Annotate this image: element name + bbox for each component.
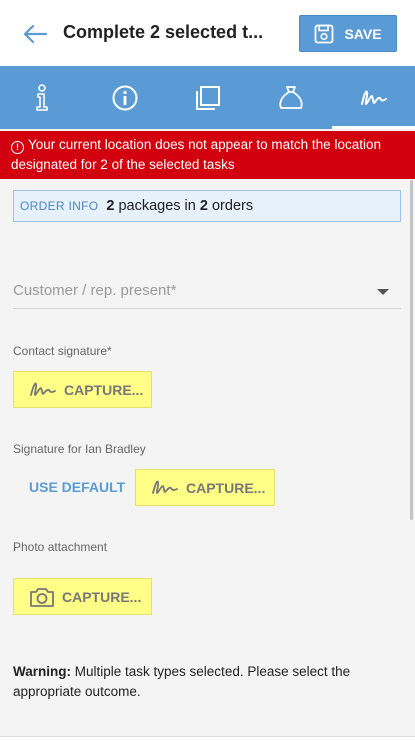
info-circle-icon [112, 85, 137, 110]
warning-label: Warning: [13, 664, 71, 679]
alert-icon: ! [11, 140, 24, 154]
contact-signature-label: Contact signature* [13, 344, 112, 358]
packages-text: packages in [114, 198, 200, 214]
contact-signature-capture-button[interactable]: CAPTURE... [13, 371, 152, 408]
tab-bar [0, 66, 415, 129]
customer-select-placeholder: Customer / rep. present* [13, 282, 177, 299]
use-default-button[interactable]: USE DEFAULT [29, 479, 125, 495]
capture-label: CAPTURE... [64, 381, 144, 398]
signature-icon [360, 90, 387, 105]
warning-message: Warning: Multiple task types selected. P… [13, 662, 393, 702]
rep-signature-label: Signature for Ian Bradley [13, 442, 146, 456]
bottom-edge [0, 736, 415, 741]
bag-icon [278, 85, 303, 109]
orders-count: 2 [199, 198, 208, 214]
order-info-label: ORDER INFO [20, 199, 99, 213]
info-letter-icon [35, 83, 48, 111]
signature-icon [30, 382, 56, 396]
alert-text: Your current location does not appear to… [11, 137, 381, 172]
orders-text: orders [207, 198, 254, 214]
customer-select[interactable]: Customer / rep. present* [13, 276, 401, 309]
tab-packages[interactable] [249, 66, 332, 129]
photo-capture-button[interactable]: CAPTURE... [13, 578, 152, 615]
capture-label: CAPTURE... [62, 588, 142, 605]
app: Complete 2 selected t... SAVE ! Your cur… [0, 0, 415, 741]
location-alert: ! Your current location does not appear t… [0, 131, 415, 179]
copy-icon [195, 85, 220, 110]
tab-signature[interactable] [332, 66, 415, 129]
order-info-summary: 2 packages in 2 orders [106, 198, 253, 214]
save-icon [315, 24, 334, 43]
camera-icon [30, 587, 54, 607]
signature-icon [152, 480, 178, 494]
save-button-label: SAVE [344, 25, 382, 42]
tab-copies[interactable] [166, 66, 249, 129]
rep-signature-capture-button[interactable]: CAPTURE... [135, 469, 275, 506]
photo-attachment-label: Photo attachment [13, 540, 108, 554]
tab-details[interactable] [83, 66, 166, 129]
chevron-down-icon [377, 289, 389, 295]
arrow-left-icon [23, 24, 48, 44]
save-button[interactable]: SAVE [299, 15, 397, 52]
header: Complete 2 selected t... SAVE [0, 0, 415, 66]
back-button[interactable] [20, 19, 50, 49]
order-info-box: ORDER INFO 2 packages in 2 orders [13, 190, 401, 222]
page-title: Complete 2 selected t... [63, 22, 264, 42]
capture-label: CAPTURE... [186, 479, 266, 496]
tab-info[interactable] [0, 66, 83, 129]
scrollbar[interactable] [410, 180, 413, 520]
